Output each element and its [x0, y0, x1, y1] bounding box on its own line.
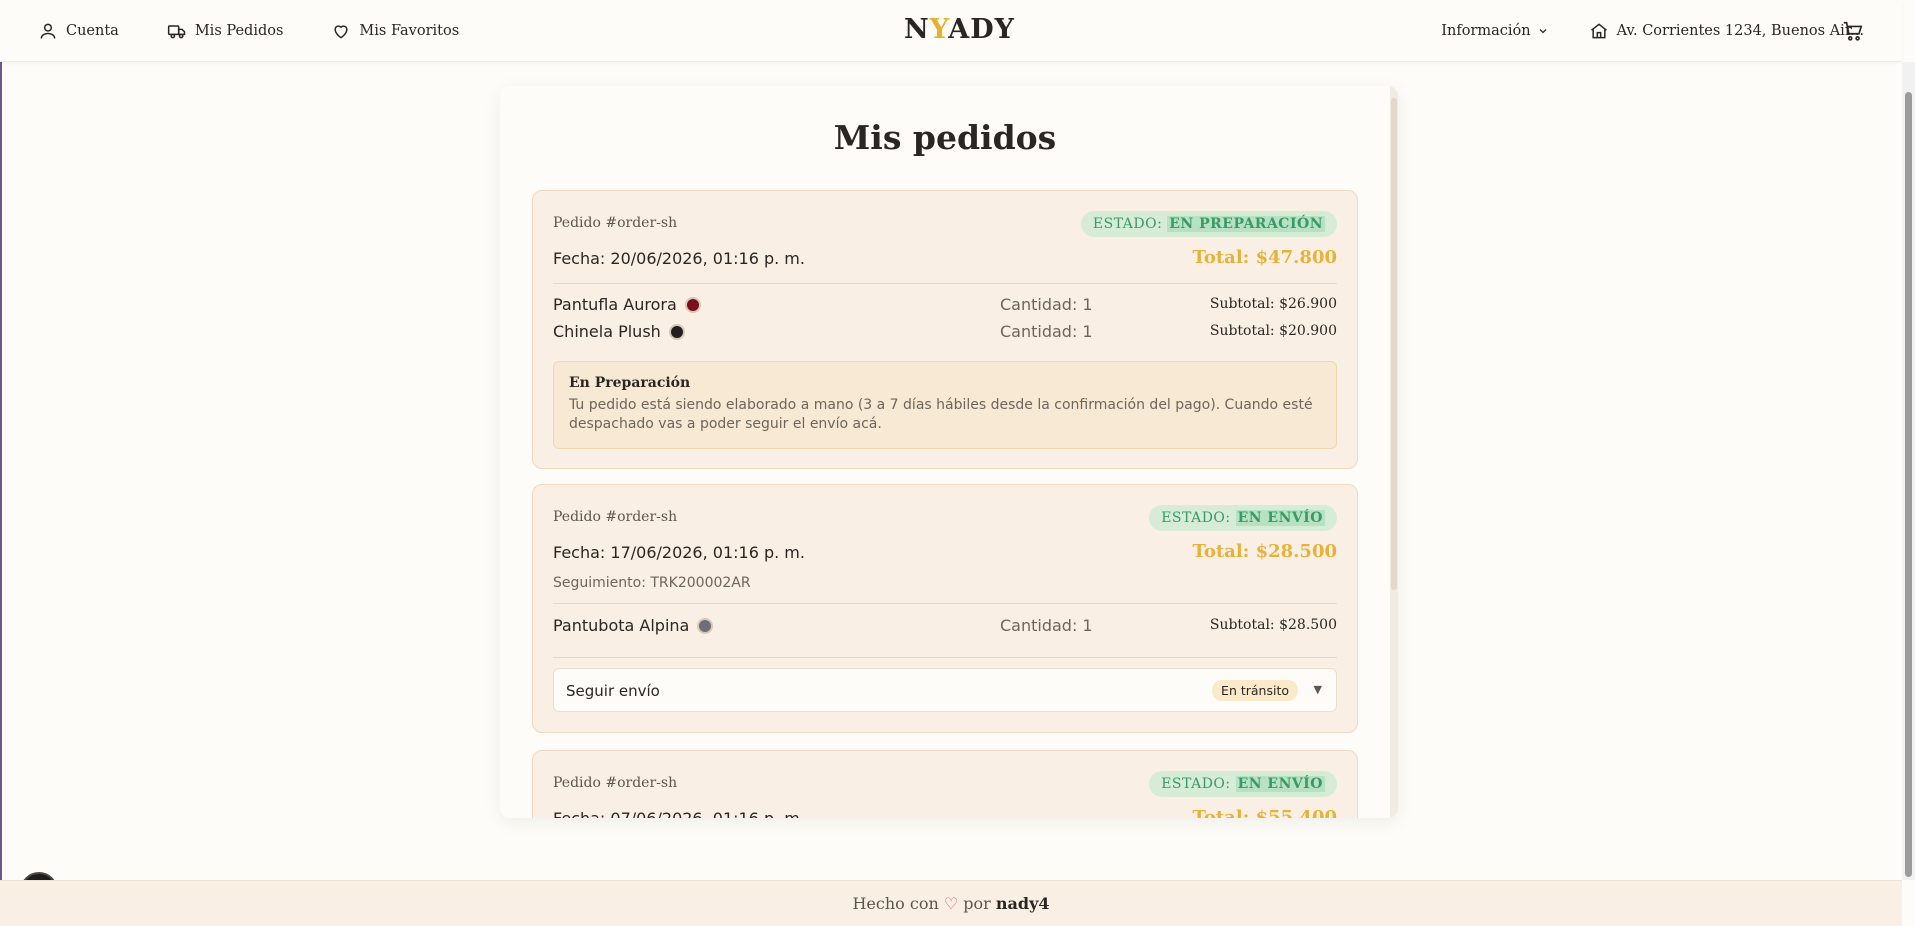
item-subtotal: Subtotal: $28.500 — [1209, 617, 1337, 633]
cart-button[interactable] — [1842, 20, 1864, 46]
order-item: Pantufla Aurora Cantidad: 1 Subtotal: $2… — [553, 295, 1337, 317]
caret-down-icon[interactable]: ▼ — [1314, 683, 1322, 696]
order-item: Pantubota Alpina Cantidad: 1 Subtotal: $… — [553, 616, 1337, 638]
order-id: Pedido #order-sh — [553, 509, 678, 525]
status-badge: ESTADO: EN ENVÍO — [1149, 505, 1337, 531]
truck-icon — [167, 25, 186, 39]
preparation-notice: En Preparación Tu pedido está siendo ela… — [553, 361, 1337, 449]
nav-favorites-label: Mis Favoritos — [359, 23, 460, 39]
user-icon — [40, 23, 56, 39]
status-value: EN PREPARACIÓN — [1167, 216, 1325, 232]
order-card: Pedido #order-sh ESTADO: EN ENVÍO Fecha:… — [532, 484, 1358, 733]
color-swatch — [668, 323, 685, 340]
nav-left: Cuenta Mis Pedidos Mis Favoritos — [38, 0, 507, 62]
item-name-wrap: Pantufla Aurora — [553, 295, 701, 314]
nav-right: Información Av. Corrientes 1234, Buenos … — [1441, 0, 1902, 62]
logo-letter-n: N — [904, 14, 930, 45]
status-prefix: ESTADO: — [1161, 510, 1231, 526]
status-badge: ESTADO: EN PREPARACIÓN — [1080, 211, 1337, 237]
item-subtotal: Subtotal: $26.900 — [1209, 296, 1337, 312]
order-total: Total: $47.800 — [1192, 247, 1337, 268]
order-date: Fecha: 20/06/2026, 01:16 p. m. — [553, 249, 805, 268]
order-id: Pedido #order-sh — [553, 775, 678, 791]
notice-title: En Preparación — [569, 375, 691, 391]
panel-scrollbar[interactable] — [1390, 86, 1398, 818]
status-prefix: ESTADO: — [1161, 776, 1231, 792]
footer-made-with: Hecho con — [852, 894, 939, 913]
orders-panel: Mis pedidos Pedido #order-sh ESTADO: EN … — [500, 86, 1398, 818]
home-icon — [1590, 23, 1607, 39]
shipment-status-badge: En tránsito — [1212, 680, 1298, 701]
nav-favorites[interactable]: Mis Favoritos — [331, 21, 459, 41]
order-total: Total: $55.400 — [1192, 807, 1337, 818]
notice-text: Tu pedido está siendo elaborado a mano (… — [569, 397, 1313, 432]
footer: Hecho con ♡ por nady4 — [0, 880, 1902, 926]
order-id: Pedido #order-sh — [553, 215, 678, 231]
nav-orders-label: Mis Pedidos — [194, 23, 284, 39]
heart-icon: ♡ — [943, 894, 959, 913]
item-quantity: Cantidad: 1 — [1000, 322, 1093, 341]
order-card: Pedido #order-sh ESTADO: EN ENVÍO Fecha:… — [532, 750, 1358, 818]
nav-account[interactable]: Cuenta — [38, 21, 119, 41]
panel-scrollbar-thumb[interactable] — [1391, 98, 1397, 590]
heart-icon — [334, 25, 349, 39]
item-name: Chinela Plush — [553, 322, 661, 341]
tracking-code: Seguimiento: TRK200002AR — [553, 575, 751, 591]
divider — [553, 603, 1337, 604]
logo-letters-ady: ADY — [948, 14, 1015, 45]
track-shipment-toggle[interactable]: Seguir envío En tránsito ▼ — [553, 668, 1337, 712]
address-label: Av. Corrientes 1234, Buenos Air... — [1616, 23, 1864, 39]
item-quantity: Cantidad: 1 — [1000, 616, 1093, 635]
order-card: Pedido #order-sh ESTADO: EN PREPARACIÓN … — [532, 190, 1358, 469]
cart-icon — [1843, 21, 1863, 41]
item-name-wrap: Chinela Plush — [553, 322, 685, 341]
site-logo[interactable]: NYADY — [904, 14, 1015, 45]
color-swatch — [684, 296, 701, 313]
order-item: Chinela Plush Cantidad: 1 Subtotal: $20.… — [553, 322, 1337, 344]
order-total: Total: $28.500 — [1192, 541, 1337, 562]
footer-by: por — [963, 894, 991, 913]
info-label: Información — [1441, 23, 1531, 39]
page-title: Mis pedidos — [833, 118, 1057, 157]
window-frame — [0, 0, 2, 926]
nav-orders[interactable]: Mis Pedidos — [167, 21, 284, 41]
top-header: Cuenta Mis Pedidos Mis Favoritos NYADY I… — [0, 0, 1902, 62]
divider — [553, 283, 1337, 284]
order-date: Fecha: 07/06/2026, 01:16 p. m. — [553, 809, 805, 818]
info-dropdown[interactable]: Información — [1441, 23, 1548, 39]
page-scrollbar[interactable] — [1902, 62, 1915, 880]
divider — [553, 657, 1337, 658]
item-name-wrap: Pantubota Alpina — [553, 616, 714, 635]
footer-author[interactable]: nady4 — [996, 894, 1050, 913]
order-date: Fecha: 17/06/2026, 01:16 p. m. — [553, 543, 805, 562]
status-prefix: ESTADO: — [1092, 216, 1163, 232]
status-value: EN ENVÍO — [1235, 510, 1325, 526]
color-swatch — [697, 617, 714, 634]
page-scrollbar-thumb[interactable] — [1905, 92, 1912, 877]
logo-letter-y: Y — [929, 14, 949, 45]
item-name: Pantubota Alpina — [553, 616, 690, 635]
status-value: EN ENVÍO — [1235, 776, 1325, 792]
track-shipment-label[interactable]: Seguir envío — [566, 682, 660, 700]
item-quantity: Cantidad: 1 — [1000, 295, 1093, 314]
status-badge: ESTADO: EN ENVÍO — [1149, 771, 1337, 797]
item-name: Pantufla Aurora — [553, 295, 677, 314]
address-selector[interactable]: Av. Corrientes 1234, Buenos Air... — [1589, 21, 1864, 41]
item-subtotal: Subtotal: $20.900 — [1209, 323, 1337, 339]
nav-account-label: Cuenta — [66, 23, 119, 39]
chevron-down-icon — [1539, 29, 1547, 34]
